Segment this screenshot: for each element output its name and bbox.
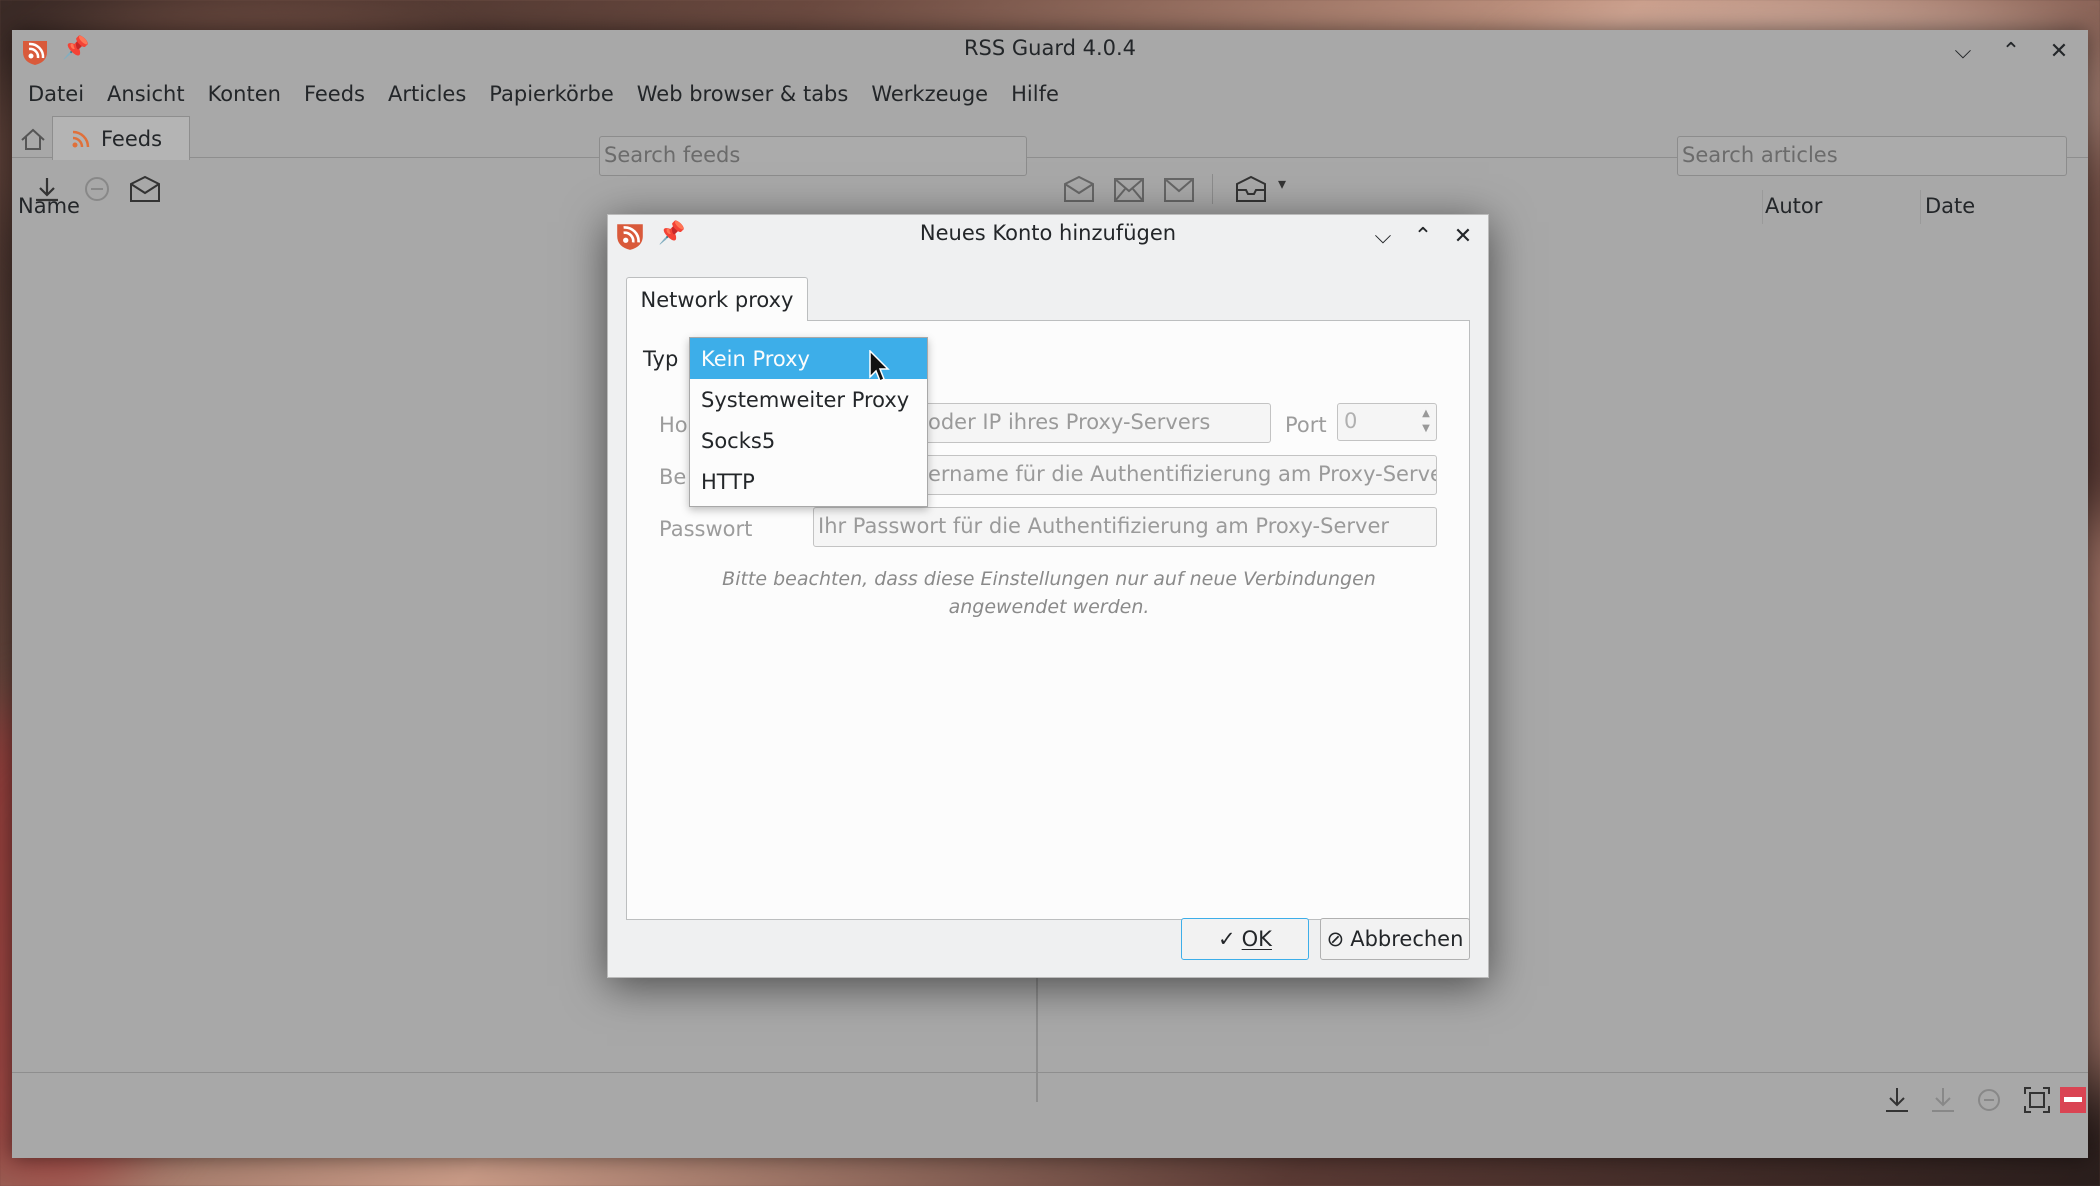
quit-icon[interactable] [2058, 1085, 2088, 1115]
menubar: Datei Ansicht Konten Feeds Articles Papi… [12, 74, 2088, 114]
menu-feeds[interactable]: Feeds [304, 82, 365, 106]
rss-icon [72, 130, 90, 147]
maximize-icon[interactable]: ⌃ [1406, 219, 1440, 253]
column-author[interactable]: Autor [1765, 194, 1822, 218]
stop-icon[interactable] [1974, 1085, 2004, 1115]
cancel-button[interactable]: ⊘ Abbrechen [1320, 918, 1470, 960]
password-label: Passwort [659, 517, 753, 541]
download-icon[interactable] [1882, 1085, 1912, 1115]
search-feeds-input[interactable]: Search feeds [599, 136, 1027, 176]
menu-werkzeuge[interactable]: Werkzeuge [871, 82, 988, 106]
download-selected-icon[interactable] [1928, 1085, 1958, 1115]
proxy-type-dropdown[interactable]: Kein Proxy Systemweiter Proxy Socks5 HTT… [689, 337, 928, 507]
close-icon[interactable]: ✕ [1446, 219, 1480, 253]
close-icon[interactable]: ✕ [2040, 34, 2078, 68]
host-input[interactable]: oder IP ihres Proxy-Servers [925, 403, 1271, 443]
port-value: 0 [1344, 409, 1358, 433]
maximize-icon[interactable]: ⌃ [1992, 34, 2030, 68]
column-date[interactable]: Date [1925, 194, 1975, 218]
mouse-cursor-icon [869, 350, 890, 383]
minimize-icon[interactable]: ⌵ [1944, 34, 1982, 68]
add-account-dialog: 📌 Neues Konto hinzufügen ⌵ ⌃ ✕ Network p… [607, 214, 1489, 978]
dialog-title: Neues Konto hinzufügen [919, 221, 1177, 245]
ok-button[interactable]: ✓ OK [1181, 918, 1309, 960]
username-label: Be [659, 465, 687, 489]
password-input[interactable]: Ihr Passwort für die Authentifizierung a… [813, 507, 1437, 547]
option-systemweiter-proxy[interactable]: Systemweiter Proxy [690, 379, 927, 420]
menu-hilfe[interactable]: Hilfe [1011, 82, 1059, 106]
tab-feeds-label: Feeds [101, 126, 163, 151]
port-label: Port [1285, 413, 1327, 437]
cancel-label: Abbrechen [1350, 927, 1464, 951]
column-separator [1762, 190, 1763, 224]
option-socks5[interactable]: Socks5 [690, 420, 927, 461]
column-name[interactable]: Name [18, 194, 80, 218]
tab-network-proxy[interactable]: Network proxy [626, 277, 808, 321]
menu-web-browser[interactable]: Web browser & tabs [637, 82, 849, 106]
window-title: RSS Guard 4.0.4 [963, 36, 1137, 60]
ok-label: OK [1241, 927, 1272, 951]
option-kein-proxy[interactable]: Kein Proxy [690, 338, 927, 379]
column-separator [1920, 190, 1921, 224]
statusbar [12, 1072, 2088, 1128]
port-spinbox[interactable]: 0 ▲ ▼ [1337, 403, 1437, 441]
host-label: Ho [659, 413, 688, 437]
checkmark-icon: ✓ [1218, 927, 1236, 951]
spin-arrows-icon[interactable]: ▲ ▼ [1418, 406, 1434, 438]
option-http[interactable]: HTTP [690, 461, 927, 502]
menu-papierkoerbe[interactable]: Papierkörbe [489, 82, 613, 106]
tab-feeds[interactable]: Feeds [52, 116, 190, 160]
minimize-icon[interactable]: ⌵ [1366, 219, 1400, 253]
dialog-titlebar[interactable]: 📌 Neues Konto hinzufügen ⌵ ⌃ ✕ [608, 215, 1488, 257]
cancel-icon: ⊘ [1326, 927, 1345, 951]
settings-note: Bitte beachten, dass diese Einstellungen… [722, 568, 1376, 618]
fullscreen-icon[interactable] [2022, 1085, 2052, 1115]
search-articles-input[interactable]: Search articles [1677, 136, 2067, 176]
menu-datei[interactable]: Datei [28, 82, 84, 106]
username-input[interactable]: ername für die Authentifizierung am Prox… [925, 455, 1437, 495]
menu-konten[interactable]: Konten [208, 82, 281, 106]
menu-ansicht[interactable]: Ansicht [107, 82, 185, 106]
menu-articles[interactable]: Articles [388, 82, 466, 106]
window-titlebar[interactable]: 📌 RSS Guard 4.0.4 ⌵ ⌃ ✕ [12, 30, 2088, 72]
home-icon[interactable] [18, 124, 48, 154]
type-label: Typ [643, 347, 679, 371]
